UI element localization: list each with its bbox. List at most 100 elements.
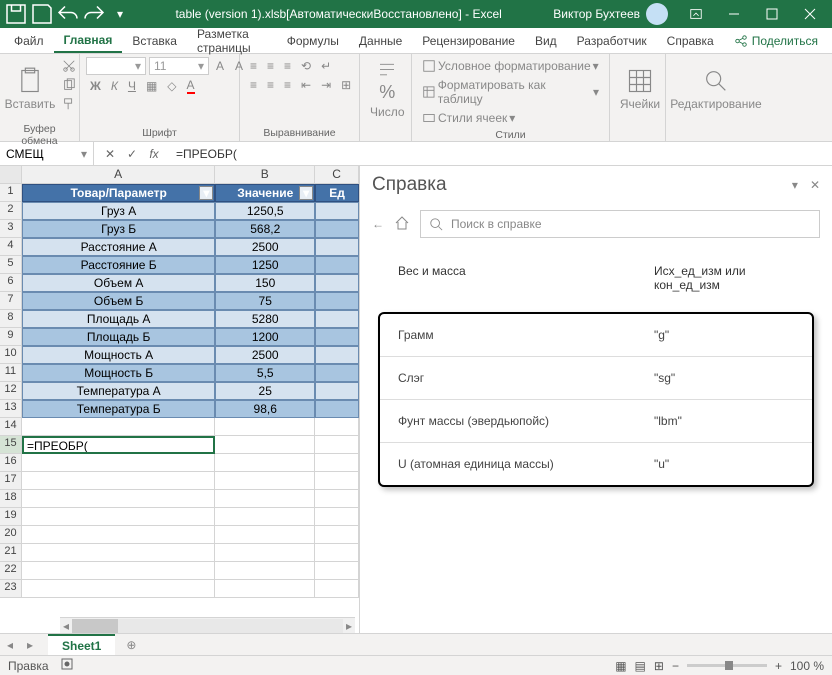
maximize-icon[interactable]	[754, 0, 790, 28]
table-cell[interactable]: 25	[215, 382, 315, 400]
help-search-input[interactable]: Поиск в справке	[420, 210, 820, 238]
table-cell[interactable]: 1250,5	[215, 202, 315, 220]
table-cell[interactable]: Расстояние А	[22, 238, 215, 256]
table-cell[interactable]: Груз Б	[22, 220, 215, 238]
table-cell[interactable]	[315, 328, 359, 346]
filter-icon[interactable]: ▾	[299, 186, 313, 200]
font-color-icon[interactable]: A	[183, 76, 199, 96]
cell[interactable]	[315, 580, 359, 598]
row-header[interactable]: 8	[0, 310, 22, 328]
col-header-a[interactable]: A	[22, 166, 215, 184]
view-pagelayout-icon[interactable]: ▤	[635, 659, 646, 673]
zoom-out-icon[interactable]: −	[672, 659, 679, 673]
table-cell[interactable]: 1250	[215, 256, 315, 274]
filter-icon[interactable]: ▾	[199, 186, 213, 200]
cell[interactable]	[215, 418, 315, 436]
save-icon[interactable]	[30, 2, 54, 26]
wrap-icon[interactable]: ↵	[317, 57, 335, 75]
redo-icon[interactable]	[82, 2, 106, 26]
bold-icon[interactable]: Ж	[86, 76, 105, 96]
row-header[interactable]: 10	[0, 346, 22, 364]
cell[interactable]	[315, 490, 359, 508]
row-header[interactable]: 4	[0, 238, 22, 256]
table-cell[interactable]	[315, 202, 359, 220]
row-header[interactable]: 17	[0, 472, 22, 490]
table-header-b[interactable]: Значение▾	[215, 184, 315, 202]
row-header[interactable]: 22	[0, 562, 22, 580]
table-cell[interactable]: Площадь А	[22, 310, 215, 328]
zoom-in-icon[interactable]: +	[775, 659, 782, 673]
cell[interactable]	[22, 544, 215, 562]
cell[interactable]	[315, 454, 359, 472]
col-header-c[interactable]: C	[315, 166, 359, 184]
undo-icon[interactable]	[56, 2, 80, 26]
table-header-c[interactable]: Ед	[315, 184, 359, 202]
tab-review[interactable]: Рецензирование	[412, 30, 525, 52]
grow-font-icon[interactable]: A	[212, 57, 228, 75]
cell[interactable]	[22, 454, 215, 472]
row-header[interactable]: 20	[0, 526, 22, 544]
align-bot-icon[interactable]: ≡	[280, 57, 295, 75]
table-cell[interactable]: Мощность А	[22, 346, 215, 364]
row-header[interactable]: 14	[0, 418, 22, 436]
help-back-icon[interactable]: ←	[372, 217, 384, 231]
table-cell[interactable]: 75	[215, 292, 315, 310]
row-header[interactable]: 7	[0, 292, 22, 310]
cancel-formula-icon[interactable]: ✕	[100, 144, 120, 164]
font-name-select[interactable]: ▾	[86, 57, 146, 75]
underline-icon[interactable]: Ч	[124, 76, 140, 96]
cells-button[interactable]: Ячейки	[616, 57, 664, 121]
row-header[interactable]: 11	[0, 364, 22, 382]
table-cell[interactable]: Температура А	[22, 382, 215, 400]
row-header[interactable]: 2	[0, 202, 22, 220]
table-cell[interactable]: 98,6	[215, 400, 315, 418]
cell[interactable]	[215, 454, 315, 472]
table-cell[interactable]: 5280	[215, 310, 315, 328]
cell-styles-button[interactable]: Стили ячеек▾	[418, 109, 603, 127]
indent-dec-icon[interactable]: ⇤	[297, 76, 315, 94]
tab-help[interactable]: Справка	[657, 30, 724, 52]
orientation-icon[interactable]: ⟲	[297, 57, 315, 75]
horizontal-scrollbar[interactable]: ◂▸	[60, 617, 355, 633]
align-right-icon[interactable]: ≡	[280, 76, 295, 94]
table-cell[interactable]: Объем Б	[22, 292, 215, 310]
row-header[interactable]: 9	[0, 328, 22, 346]
tab-insert[interactable]: Вставка	[122, 30, 187, 52]
cell[interactable]	[215, 508, 315, 526]
qat-dropdown-icon[interactable]: ▾	[108, 2, 132, 26]
active-cell[interactable]: =ПРЕОБР(	[22, 436, 215, 454]
help-dropdown-icon[interactable]: ▾	[792, 178, 798, 192]
format-table-button[interactable]: Форматировать как таблицу▾	[418, 76, 603, 108]
tab-formulas[interactable]: Формулы	[277, 30, 349, 52]
cell[interactable]	[315, 508, 359, 526]
table-cell[interactable]	[315, 310, 359, 328]
table-header-a[interactable]: Товар/Параметр▾	[22, 184, 215, 202]
row-header[interactable]: 19	[0, 508, 22, 526]
merge-icon[interactable]: ⊞	[337, 76, 355, 94]
table-cell[interactable]	[315, 346, 359, 364]
view-pagebreak-icon[interactable]: ⊞	[654, 659, 664, 673]
cell[interactable]	[22, 472, 215, 490]
fx-icon[interactable]: fx	[144, 144, 164, 164]
name-box[interactable]: СМЕЩ▾	[0, 142, 94, 165]
row-header[interactable]: 3	[0, 220, 22, 238]
cell[interactable]	[22, 562, 215, 580]
italic-icon[interactable]: К	[107, 76, 122, 96]
row-header[interactable]: 21	[0, 544, 22, 562]
table-cell[interactable]	[315, 274, 359, 292]
zoom-level[interactable]: 100 %	[790, 659, 824, 673]
table-cell[interactable]: Расстояние Б	[22, 256, 215, 274]
tab-view[interactable]: Вид	[525, 30, 567, 52]
fill-color-icon[interactable]: ◇	[163, 76, 180, 96]
tab-file[interactable]: Файл	[4, 30, 54, 52]
format-painter-icon[interactable]	[58, 95, 80, 113]
table-cell[interactable]: Площадь Б	[22, 328, 215, 346]
row-header[interactable]: 1	[0, 184, 22, 202]
table-cell[interactable]	[315, 400, 359, 418]
row-header[interactable]: 6	[0, 274, 22, 292]
table-cell[interactable]	[315, 364, 359, 382]
cell[interactable]	[215, 472, 315, 490]
close-icon[interactable]	[792, 0, 828, 28]
cell[interactable]	[22, 508, 215, 526]
table-cell[interactable]: 2500	[215, 346, 315, 364]
